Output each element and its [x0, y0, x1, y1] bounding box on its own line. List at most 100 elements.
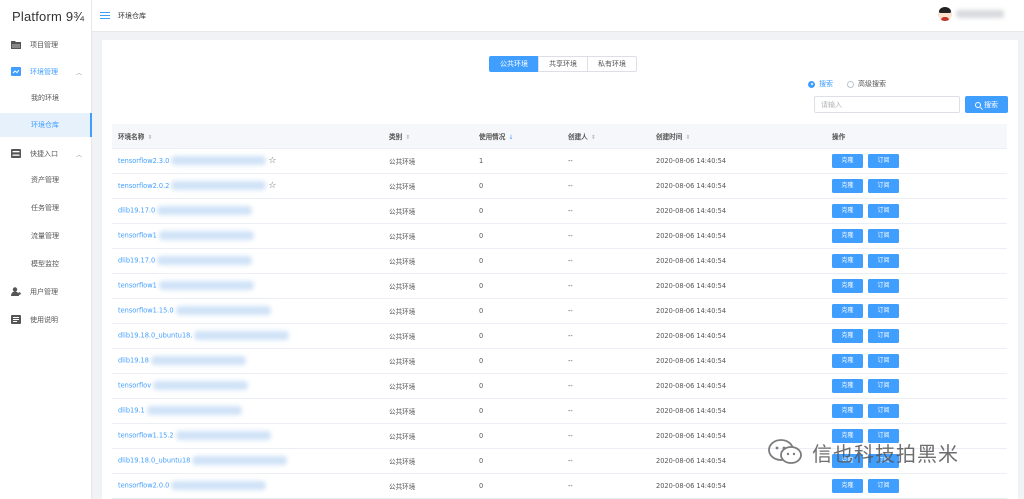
- env-name-link[interactable]: tensorflow1.15.0: [112, 298, 383, 323]
- col-header-usage[interactable]: 使用情况 ↓: [473, 124, 562, 149]
- tab-shared-env[interactable]: 共享环境: [538, 56, 588, 72]
- subscribe-button[interactable]: 订阅: [868, 153, 899, 168]
- sidebar-item-docs[interactable]: 使用说明: [0, 308, 92, 332]
- username-blurred: [956, 10, 1004, 18]
- radio-advanced-search[interactable]: 高级搜索: [847, 79, 886, 89]
- env-usage: 0: [479, 456, 484, 465]
- env-category: 公共环境: [389, 457, 416, 466]
- subscribe-button[interactable]: 订阅: [868, 228, 899, 243]
- subscribe-button[interactable]: 订阅: [868, 253, 899, 268]
- env-name-link[interactable]: tensorflow2.3.0 ☆: [112, 148, 383, 173]
- env-category: 公共环境: [389, 182, 416, 191]
- env-created-time: 2020-08-06 14:40:54: [656, 331, 727, 340]
- env-name-link[interactable]: dlib19.18: [112, 348, 383, 373]
- table-row: tensorflow1.15.0 公共环境 0 -- 2020-08-06 14:40:…: [112, 298, 1007, 323]
- env-created-time: 2020-08-06 14:40:54: [656, 256, 727, 265]
- env-created-time: 2020-08-06 14:40:54: [656, 306, 727, 315]
- subscribe-button[interactable]: 订阅: [868, 178, 899, 193]
- redacted-text: [192, 456, 288, 465]
- env-actions: 克隆 订阅: [826, 273, 1007, 298]
- col-header-created[interactable]: 创建时间 ⬍: [650, 124, 826, 149]
- redacted-text: [171, 156, 267, 165]
- env-name-link[interactable]: dlib19.17.0: [112, 198, 383, 223]
- env-actions: 克隆 订阅: [826, 198, 1007, 223]
- clone-button[interactable]: 克隆: [832, 303, 863, 318]
- env-actions: 克隆 订阅: [826, 223, 1007, 248]
- chart-icon: [10, 66, 22, 78]
- env-name-link[interactable]: tensorflov: [112, 373, 383, 398]
- subscribe-button[interactable]: 订阅: [868, 353, 899, 368]
- col-header-name[interactable]: 环境名称 ⬍: [112, 124, 383, 149]
- redacted-text: [153, 381, 249, 390]
- clone-button[interactable]: 克隆: [832, 403, 863, 418]
- folder-icon: [10, 40, 22, 51]
- subscribe-button[interactable]: 订阅: [868, 378, 899, 393]
- tab-public-env[interactable]: 公共环境: [489, 56, 539, 72]
- star-icon[interactable]: ☆: [268, 181, 276, 191]
- env-name-link[interactable]: dlib19.17.0: [112, 248, 383, 273]
- clone-button[interactable]: 克隆: [832, 478, 863, 493]
- table-row: dlib19.17.0 公共环境 0 -- 2020-08-06 14:40:54 克隆订…: [112, 198, 1007, 223]
- clone-button[interactable]: 克隆: [832, 328, 863, 343]
- col-header-creator[interactable]: 创建人 ⬍: [562, 124, 650, 149]
- search-input[interactable]: [814, 96, 960, 113]
- env-name-link[interactable]: dlib19.1: [112, 398, 383, 423]
- sidebar-item-shortcuts[interactable]: 快捷入口 ︿: [0, 142, 92, 166]
- table-row: tensorflow2.3.0 ☆ 公共环境 1 -- 2020-08-06 14:40:…: [112, 148, 1007, 173]
- tab-private-env[interactable]: 私有环境: [587, 56, 637, 72]
- sidebar-item-model-monitor[interactable]: 模型监控: [0, 252, 92, 276]
- env-created-time: 2020-08-06 14:40:54: [656, 156, 727, 165]
- radio-basic-search[interactable]: 搜索: [808, 79, 833, 89]
- clone-button[interactable]: 克隆: [832, 253, 863, 268]
- env-name-link[interactable]: tensorflow1.15.2: [112, 423, 383, 448]
- env-name-link[interactable]: tensorflow2.0.0: [112, 473, 383, 498]
- sidebar-item-traffic[interactable]: 流量管理: [0, 224, 92, 248]
- user-menu[interactable]: [938, 7, 1004, 21]
- table-row: dlib19.17.0 公共环境 0 -- 2020-08-06 14:40:54 克隆订…: [112, 248, 1007, 273]
- env-category: 公共环境: [389, 257, 416, 266]
- sidebar-item-label: 用户管理: [30, 288, 58, 296]
- env-creator: --: [568, 231, 573, 240]
- env-name-link[interactable]: dlib19.18.0_ubuntu18: [112, 448, 383, 473]
- clone-button[interactable]: 克隆: [832, 378, 863, 393]
- clone-button[interactable]: 克隆: [832, 153, 863, 168]
- subscribe-button[interactable]: 订阅: [868, 478, 899, 493]
- col-header-category[interactable]: 类别 ⬍: [383, 124, 473, 149]
- menu-toggle-icon[interactable]: [100, 11, 110, 20]
- redacted-text: [146, 406, 242, 415]
- star-icon[interactable]: ☆: [268, 156, 276, 166]
- clone-button[interactable]: 克隆: [832, 278, 863, 293]
- sidebar-item-label: 模型监控: [31, 260, 59, 268]
- env-name-link[interactable]: tensorflow2.0.2 ☆: [112, 173, 383, 198]
- sidebar-item-projects[interactable]: 项目管理: [0, 33, 92, 57]
- env-tabs: 公共环境 共享环境 私有环境: [489, 56, 637, 72]
- env-creator: --: [568, 431, 573, 440]
- sidebar-item-tasks[interactable]: 任务管理: [0, 196, 92, 220]
- env-name-link[interactable]: tensorflow1: [112, 273, 383, 298]
- clone-button[interactable]: 克隆: [832, 203, 863, 218]
- search-button[interactable]: 搜索: [965, 96, 1008, 113]
- env-creator: --: [568, 181, 573, 190]
- subscribe-button[interactable]: 订阅: [868, 303, 899, 318]
- env-actions: 克隆 订阅: [826, 373, 1007, 398]
- clone-button[interactable]: 克隆: [832, 178, 863, 193]
- env-created-time: 2020-08-06 14:40:54: [656, 356, 727, 365]
- sort-desc-icon: ↓: [508, 133, 514, 141]
- env-category: 公共环境: [389, 157, 416, 166]
- env-name-link[interactable]: dlib19.18.0_ubuntu18.: [112, 323, 383, 348]
- env-category: 公共环境: [389, 282, 416, 291]
- sidebar-item-users[interactable]: 用户管理: [0, 280, 92, 304]
- watermark: 信也科技拍黑米: [766, 437, 959, 467]
- clone-button[interactable]: 克隆: [832, 228, 863, 243]
- sidebar-item-env-management[interactable]: 环境管理 ︿: [0, 60, 92, 84]
- subscribe-button[interactable]: 订阅: [868, 403, 899, 418]
- subscribe-button[interactable]: 订阅: [868, 328, 899, 343]
- env-name-link[interactable]: tensorflow1: [112, 223, 383, 248]
- subscribe-button[interactable]: 订阅: [868, 278, 899, 293]
- sidebar-item-assets[interactable]: 资产管理: [0, 168, 92, 192]
- clone-button[interactable]: 克隆: [832, 353, 863, 368]
- sidebar-item-env-repo[interactable]: 环境仓库: [0, 113, 92, 137]
- sidebar-item-label: 环境管理: [30, 68, 58, 76]
- sidebar-item-my-env[interactable]: 我的环境: [0, 86, 92, 110]
- subscribe-button[interactable]: 订阅: [868, 203, 899, 218]
